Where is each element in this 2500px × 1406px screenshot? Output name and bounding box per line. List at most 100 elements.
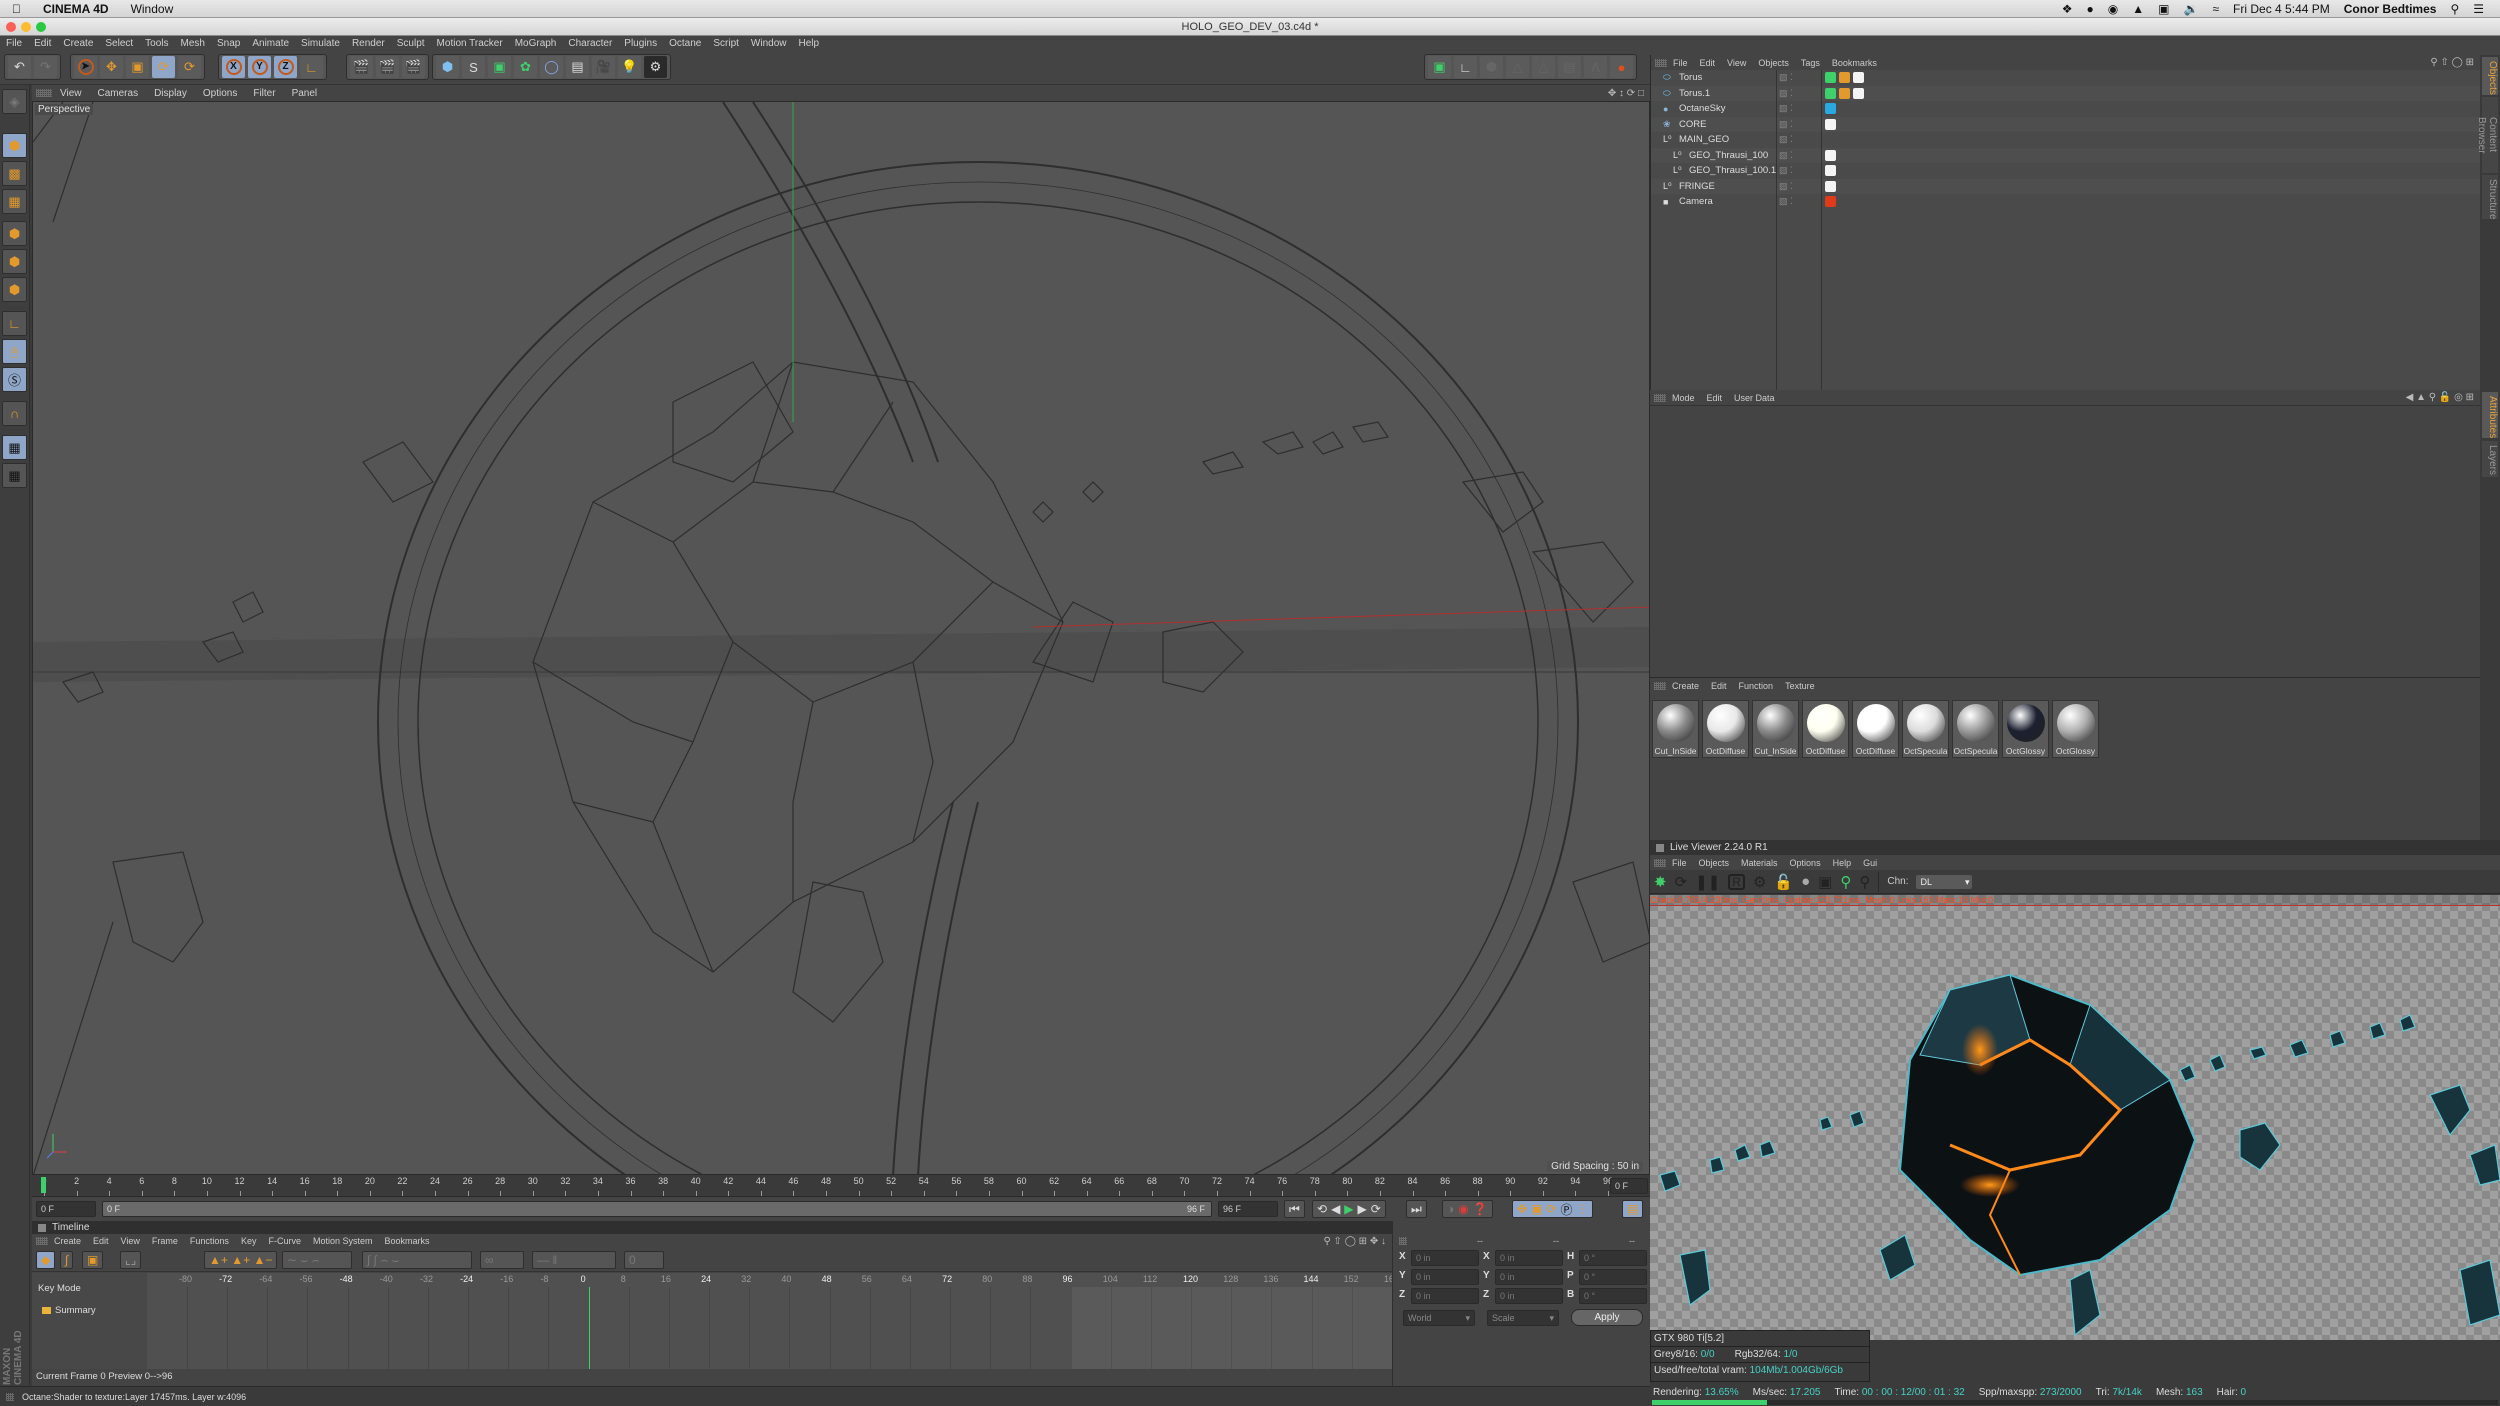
volume-icon[interactable]: 🔉	[2184, 2, 2199, 16]
attributes-menu-edit[interactable]: Edit	[1701, 393, 1729, 403]
render-settings-gear-button[interactable]: ⚙	[1753, 873, 1766, 891]
viewport-menu-display[interactable]: Display	[146, 88, 195, 99]
materials-menu-edit[interactable]: Edit	[1705, 681, 1733, 691]
texture-mode-button[interactable]: ▩	[2, 161, 27, 186]
menu-animate[interactable]: Animate	[246, 38, 295, 49]
workplane-mode-button[interactable]: ▦	[2, 189, 27, 214]
visibility-toggle[interactable]: ▧ ⁚	[1779, 196, 1793, 207]
clay-mode-button[interactable]: ▣	[1818, 873, 1832, 891]
play-button[interactable]: ▶	[1344, 1202, 1353, 1216]
objects-nav-icons[interactable]: ⚲ ⇧ ◯ ⊞	[2424, 57, 2480, 68]
x-axis-button[interactable]: X	[222, 56, 245, 78]
menu-character[interactable]: Character	[562, 38, 618, 49]
undo-button[interactable]: ↶	[8, 56, 31, 78]
material-tag-icon[interactable]	[1825, 118, 1836, 130]
menu-motion-tracker[interactable]: Motion Tracker	[431, 38, 509, 49]
visibility-toggle[interactable]: ▧ ⁚	[1779, 150, 1793, 161]
panel-grip-icon[interactable]	[1655, 59, 1667, 67]
visibility-toggle[interactable]: ▧ ⁚	[1779, 119, 1793, 130]
model-mode-button[interactable]: ▣	[1428, 56, 1451, 78]
goto-start-button[interactable]: ⏮	[1284, 1200, 1305, 1218]
material-tag-icon[interactable]	[1853, 87, 1864, 99]
prev-frame-button[interactable]: ◀	[1331, 1202, 1340, 1216]
cube-button[interactable]: ⬢	[436, 56, 459, 78]
timeline-menu-view[interactable]: View	[115, 1236, 146, 1246]
interpolation-group[interactable]: ∼ ⌣ ⌢	[282, 1251, 352, 1269]
frame-all-group[interactable]: ⌞⌟	[120, 1251, 142, 1269]
viewport-menu-cameras[interactable]: Cameras	[90, 88, 147, 99]
coord-mode-dropdown[interactable]: Scale ▾	[1487, 1310, 1559, 1326]
materials-menu-function[interactable]: Function	[1733, 681, 1780, 691]
panel-grip-icon[interactable]	[1654, 859, 1666, 867]
viewport-menu-panel[interactable]: Panel	[284, 88, 326, 99]
channel-dropdown[interactable]: DL ▾	[1916, 874, 1973, 889]
visibility-toggle[interactable]: ▧ ⁚	[1779, 72, 1793, 83]
menu-simulate[interactable]: Simulate	[295, 38, 346, 49]
coordinate-system-button[interactable]: ∟	[300, 56, 323, 78]
pause-render-button[interactable]: ❚❚	[1695, 873, 1720, 891]
viewport-menu-filter[interactable]: Filter	[245, 88, 283, 99]
coord-value-field[interactable]: 0 in	[1411, 1288, 1479, 1304]
dopesheet-mode-button[interactable]: ▣	[82, 1251, 104, 1269]
octane-settings-button[interactable]: ⚙	[644, 56, 667, 78]
objects-menu-view[interactable]: View	[1721, 58, 1752, 68]
menu-script[interactable]: Script	[707, 38, 745, 49]
timeline-toggle-button[interactable]: ▤	[1622, 1200, 1644, 1218]
visibility-toggle[interactable]: ▧ ⁚	[1779, 165, 1793, 176]
menu-file[interactable]: File	[0, 38, 28, 49]
dropbox-icon[interactable]: ❖	[2062, 2, 2073, 16]
phong-tag-icon[interactable]	[1839, 72, 1850, 83]
app-menu-name[interactable]: CINEMA 4D	[43, 2, 109, 16]
menu-mesh[interactable]: Mesh	[175, 38, 211, 49]
record-disabled-button[interactable]: ◑	[1447, 1202, 1454, 1216]
menu-render[interactable]: Render	[346, 38, 391, 49]
viewport-nav-icons[interactable]: ✥ ↕ ⟳ □	[1600, 88, 1650, 99]
add-key-group[interactable]: ▲+ ▲+ ▲−	[204, 1251, 278, 1269]
render-output[interactable]: Check:0.781/4.239ms. Gen:0ms. Update:123…	[1650, 895, 2500, 1340]
points-mode-button[interactable]: ⬢	[2, 221, 27, 246]
prev-key-button[interactable]: ⟲	[1317, 1202, 1327, 1216]
close-window-button[interactable]	[6, 22, 16, 32]
phong-tag-icon[interactable]	[1839, 87, 1850, 99]
material-swatch[interactable]: OctDiffuse	[1852, 700, 1899, 758]
timeline-menu-edit[interactable]: Edit	[87, 1236, 115, 1246]
restart-render-button[interactable]: ⟳	[1675, 873, 1688, 891]
tab-structure[interactable]: Structure	[2482, 175, 2498, 220]
make-editable-button[interactable]: ◈	[2, 89, 27, 114]
panel-grip-icon[interactable]	[1399, 1237, 1407, 1245]
light-button[interactable]: 💡	[618, 56, 641, 78]
wifi-icon[interactable]: ≈	[2212, 2, 2219, 16]
zero-group[interactable]: 0	[624, 1251, 664, 1269]
evernote-icon[interactable]: ●	[2087, 2, 2094, 16]
rotate-tool-button[interactable]: ⟳	[152, 56, 175, 78]
menu-window[interactable]: Window	[745, 38, 793, 49]
objects-menu-tags[interactable]: Tags	[1795, 58, 1826, 68]
timeline-key-area[interactable]: -80 -72 -64 -56 -48 -40 -32 -24 -16 -8 0 8 16 24 32 40 4…	[147, 1273, 1392, 1369]
material-tag-icon[interactable]	[1853, 72, 1864, 83]
coord-value-field[interactable]: 0 °	[1579, 1288, 1647, 1304]
camera-button[interactable]: 🎥	[592, 56, 615, 78]
coord-value-field[interactable]: 0 °	[1579, 1250, 1647, 1266]
timeline-menu-key[interactable]: Key	[235, 1236, 263, 1246]
timeline-menu-functions[interactable]: Functions	[184, 1236, 235, 1246]
playhead[interactable]	[41, 1177, 46, 1193]
visibility-toggle[interactable]: ▧ ⁚	[1779, 134, 1793, 145]
objects-menu-edit[interactable]: Edit	[1694, 58, 1722, 68]
current-frame-field[interactable]: 0 F	[1610, 1178, 1648, 1194]
material-tag-icon[interactable]	[1825, 180, 1836, 192]
menu-create[interactable]: Create	[57, 38, 99, 49]
planar-workplane-button[interactable]: ▦	[2, 463, 27, 488]
visibility-toggle[interactable]: ▧ ⁚	[1779, 181, 1793, 192]
user-name[interactable]: Conor Bedtimes	[2344, 2, 2437, 16]
spotlight-icon[interactable]: ⚲	[2450, 2, 2459, 16]
attributes-menu-mode[interactable]: Mode	[1666, 393, 1701, 403]
enable-axis-button[interactable]: ∟	[2, 311, 27, 336]
lock-tangents-group[interactable]: — ‖	[532, 1251, 616, 1269]
key-rotation-button[interactable]: ⟳	[1546, 1202, 1556, 1216]
panel-grip-icon[interactable]	[36, 89, 52, 97]
menu-plugins[interactable]: Plugins	[618, 38, 663, 49]
coord-value-field[interactable]: 0 in	[1495, 1250, 1563, 1266]
cloner-button[interactable]: ✿	[514, 56, 537, 78]
edges-mode-button[interactable]: ⬢	[2, 249, 27, 274]
acrobat-icon[interactable]: ▲	[2132, 2, 2144, 16]
